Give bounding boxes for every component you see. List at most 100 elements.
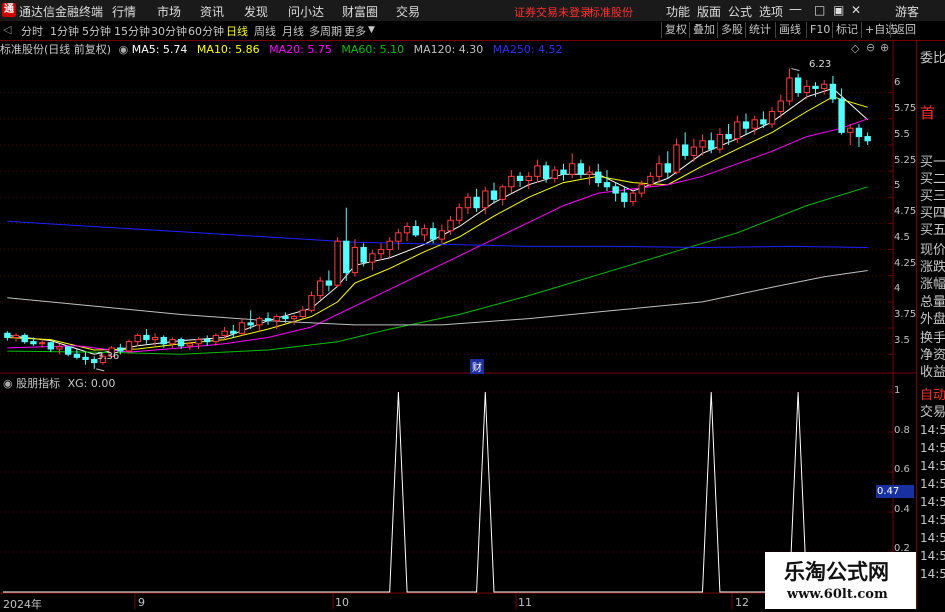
ma250-value: MA250: 4.52: [492, 43, 563, 56]
watermark-box: 乐淘公式网 www.60lt.com: [765, 552, 916, 609]
ind-y-tick-0.60: 0.6: [894, 464, 910, 475]
candle-body: [699, 140, 706, 148]
candle-body: [829, 83, 837, 100]
candle-body: [186, 343, 194, 347]
watermark-url: www.60lt.com: [787, 587, 888, 602]
candle-body: [204, 339, 211, 343]
ma5-value: MA5: 5.74: [131, 43, 188, 56]
zoom-minus-icon[interactable]: ⊖: [866, 41, 875, 54]
candle-body: [499, 186, 506, 200]
candle-body: [803, 85, 811, 94]
y-tick-3.50: 3.5: [894, 335, 910, 346]
zoom-plus-icon[interactable]: ⊕: [880, 41, 889, 54]
diamond-icon[interactable]: ◇: [851, 42, 859, 55]
candle-body: [560, 169, 567, 175]
candle-body: [143, 334, 150, 341]
candle-body: [629, 192, 637, 202]
candle-body: [534, 165, 541, 177]
change-pct-label: 涨幅: [920, 277, 945, 292]
y-tick-3.75: 3.75: [894, 309, 917, 320]
quote-side-panel: 委比 首 买一 买二 买三 买四 买五 现价 涨跌 涨幅 总量 外盘 换手 净资…: [916, 41, 945, 609]
low-price-label: 3.36: [97, 351, 120, 362]
bid5-label: 买五: [920, 223, 945, 238]
candle-body: [551, 169, 559, 179]
indicator-title-bar: ◉ 股朋指标 XG: 0.00: [3, 375, 115, 391]
ma60-value: MA60: 5.10: [341, 43, 405, 56]
candle-body: [473, 196, 480, 209]
candle-body: [725, 133, 732, 140]
y-tick-5.75: 5.75: [894, 103, 917, 114]
y-tick-5.25: 5.25: [894, 155, 917, 166]
candle-body: [21, 334, 28, 343]
candle-body: [343, 240, 350, 274]
candlesticks: [4, 68, 871, 372]
candle-body: [447, 219, 454, 232]
order-ratio-label: 委比: [920, 51, 945, 66]
candle-body: [864, 136, 871, 142]
y-tick-4.25: 4.25: [894, 258, 917, 269]
candle-body: [12, 334, 20, 338]
candle-body: [569, 163, 576, 175]
y-tick-4.00: 4: [894, 283, 901, 294]
candle-body: [125, 341, 133, 352]
candle-body: [690, 146, 698, 156]
chart-grid: [0, 41, 916, 609]
candle-body: [316, 280, 324, 297]
panel-head-label: 首: [920, 104, 936, 122]
candle-body: [160, 336, 167, 345]
candle-body: [238, 322, 246, 334]
candle-body: [516, 175, 524, 182]
candle-body: [403, 226, 411, 234]
candle-body: [621, 192, 628, 202]
candle-body: [334, 240, 341, 286]
candle-body: [212, 334, 220, 343]
candle-body: [308, 295, 315, 311]
kline-chart[interactable]: [0, 0, 945, 609]
candle-body: [647, 175, 654, 186]
candle-body: [456, 207, 463, 221]
candle-body: [412, 226, 419, 236]
candle-body: [256, 318, 263, 326]
indicator-settings-icon[interactable]: ◉: [3, 377, 13, 390]
candle-body: [64, 346, 72, 355]
candle-body: [838, 98, 845, 133]
candle-body: [508, 175, 515, 188]
x-tick-9: 9: [138, 596, 145, 609]
tick-time: 14:5: [920, 459, 945, 473]
candle-body: [708, 140, 715, 150]
indicator-name[interactable]: 股朋指标: [16, 377, 60, 390]
tick-time: 14:5: [920, 513, 945, 527]
candle-body: [421, 228, 428, 236]
candle-body: [369, 253, 376, 263]
candle-body: [351, 246, 359, 274]
candle-body: [638, 184, 645, 194]
low-pointer: [96, 368, 105, 372]
candle-body: [73, 353, 81, 358]
settings-circle-icon[interactable]: ◉: [119, 43, 129, 56]
ma-line-ma60: [7, 186, 868, 355]
ma-legend: 标准股份(日线 前复权) ◉ MA5: 5.74 MA10: 5.86 MA20…: [0, 41, 563, 56]
candle-body: [177, 339, 185, 347]
candle-body: [247, 322, 254, 326]
ma10-value: MA10: 5.86: [196, 43, 260, 56]
x-tick-2024: 2024年: [3, 598, 42, 611]
candle-body: [812, 85, 819, 89]
candle-body: [542, 165, 550, 179]
candle-body: [299, 309, 306, 318]
candle-body: [47, 342, 54, 350]
finance-marker[interactable]: 财: [470, 359, 484, 374]
candle-body: [482, 190, 489, 209]
candle-body: [395, 232, 402, 242]
candle-body: [438, 230, 446, 240]
y-tick-5.00: 5: [894, 180, 901, 191]
candle-body: [742, 121, 750, 129]
candle-body: [151, 336, 159, 341]
candle-body: [230, 330, 237, 334]
tick-time: 14:5: [920, 441, 945, 455]
candle-body: [38, 342, 46, 345]
candle-body: [360, 246, 367, 263]
candle-body: [221, 330, 228, 336]
trade-label[interactable]: 交易: [920, 401, 945, 420]
candle-body: [377, 249, 385, 255]
indicator-plot: [3, 391, 872, 593]
